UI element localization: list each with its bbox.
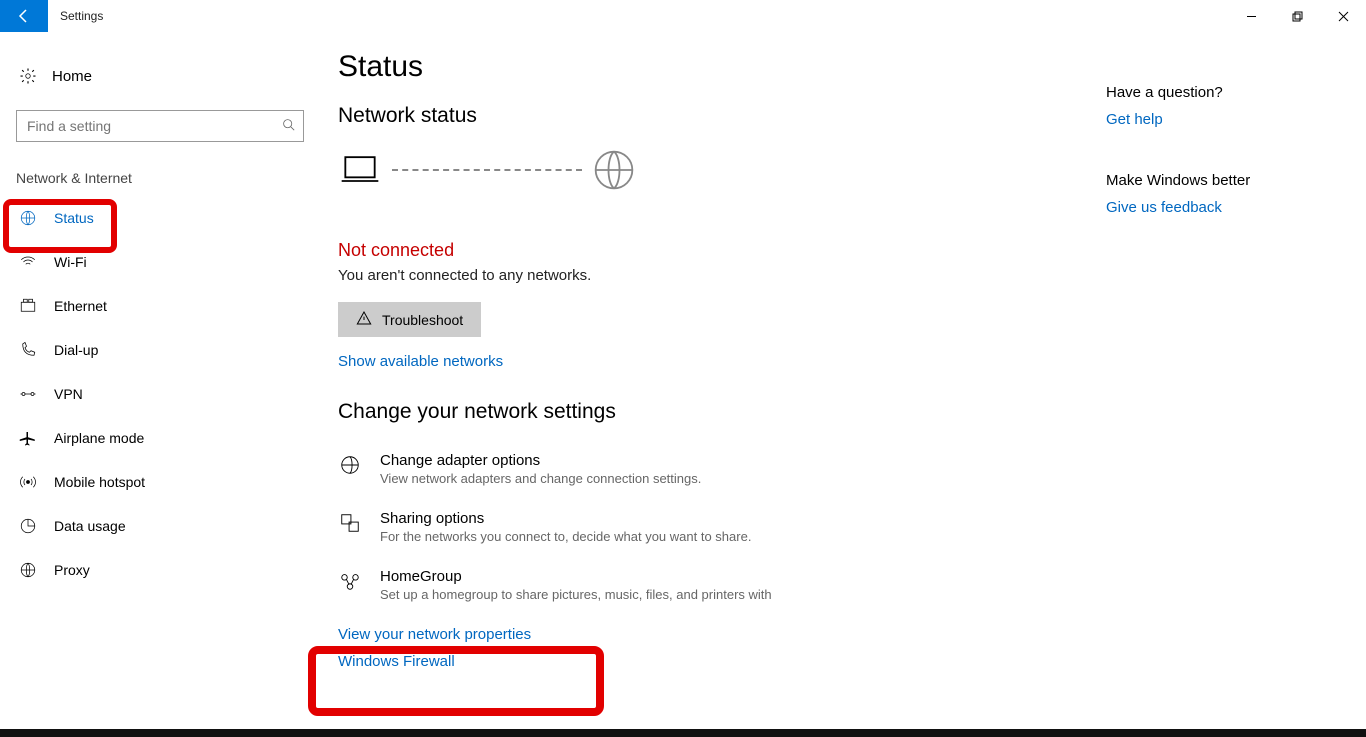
status-icon xyxy=(18,209,38,227)
sidebar-item-datausage[interactable]: Data usage xyxy=(16,504,310,548)
gear-icon xyxy=(18,67,38,85)
adapter-icon xyxy=(338,452,362,486)
setting-desc: View network adapters and change connect… xyxy=(380,471,701,486)
sidebar-item-proxy[interactable]: Proxy xyxy=(16,548,310,592)
sidebar-item-label: Status xyxy=(54,210,94,226)
window-controls xyxy=(1228,0,1366,32)
connection-status-title: Not connected xyxy=(338,240,1078,261)
sidebar-item-airplane[interactable]: Airplane mode xyxy=(16,416,310,460)
sidebar-item-label: Wi-Fi xyxy=(54,254,87,270)
get-help-link[interactable]: Get help xyxy=(1106,111,1163,128)
ethernet-icon xyxy=(18,297,38,315)
sidebar-home[interactable]: Home xyxy=(16,56,310,96)
sidebar: Home Network & Internet Status Wi-Fi Eth… xyxy=(0,32,310,737)
datausage-icon xyxy=(18,517,38,535)
back-button[interactable] xyxy=(0,0,48,32)
sidebar-item-ethernet[interactable]: Ethernet xyxy=(16,284,310,328)
airplane-icon xyxy=(18,429,38,447)
search-input[interactable] xyxy=(27,118,282,134)
setting-title: Sharing options xyxy=(380,510,751,527)
sidebar-item-status[interactable]: Status xyxy=(16,196,310,240)
change-settings-heading: Change your network settings xyxy=(338,400,1078,424)
wifi-icon xyxy=(18,253,38,271)
search-box[interactable] xyxy=(16,110,304,142)
sidebar-item-label: Dial-up xyxy=(54,342,98,358)
laptop-icon xyxy=(338,148,382,192)
troubleshoot-label: Troubleshoot xyxy=(382,312,463,328)
question-heading: Have a question? xyxy=(1106,84,1350,101)
sidebar-section-label: Network & Internet xyxy=(16,170,310,186)
setting-title: Change adapter options xyxy=(380,452,701,469)
view-properties-link[interactable]: View your network properties xyxy=(338,626,1078,643)
vpn-icon xyxy=(18,385,38,403)
sidebar-item-label: Data usage xyxy=(54,518,126,534)
homegroup-icon xyxy=(338,568,362,602)
connection-status-desc: You aren't connected to any networks. xyxy=(338,267,1078,284)
feedback-heading: Make Windows better xyxy=(1106,172,1350,189)
setting-row-sharing[interactable]: Sharing options For the networks you con… xyxy=(338,510,1078,544)
sidebar-item-label: VPN xyxy=(54,386,83,402)
globe-icon xyxy=(592,148,636,192)
setting-desc: Set up a homegroup to share pictures, mu… xyxy=(380,587,772,602)
sidebar-home-label: Home xyxy=(52,68,92,85)
warning-icon xyxy=(356,310,372,329)
maximize-button[interactable] xyxy=(1274,0,1320,32)
setting-row-adapter[interactable]: Change adapter options View network adap… xyxy=(338,452,1078,486)
sidebar-item-label: Airplane mode xyxy=(54,430,144,446)
feedback-link[interactable]: Give us feedback xyxy=(1106,199,1222,216)
sidebar-item-label: Mobile hotspot xyxy=(54,474,145,490)
dialup-icon xyxy=(18,341,38,359)
app-title: Settings xyxy=(60,9,103,23)
sidebar-item-vpn[interactable]: VPN xyxy=(16,372,310,416)
sidebar-item-hotspot[interactable]: Mobile hotspot xyxy=(16,460,310,504)
network-diagram xyxy=(338,148,1078,192)
minimize-button[interactable] xyxy=(1228,0,1274,32)
sidebar-item-dialup[interactable]: Dial-up xyxy=(16,328,310,372)
setting-title: HomeGroup xyxy=(380,568,772,585)
connection-line xyxy=(392,169,582,171)
sharing-icon xyxy=(338,510,362,544)
titlebar: Settings xyxy=(0,0,1366,32)
page-title: Status xyxy=(338,50,1078,84)
hotspot-icon xyxy=(18,473,38,491)
sidebar-item-label: Ethernet xyxy=(54,298,107,314)
firewall-link[interactable]: Windows Firewall xyxy=(338,653,1078,670)
setting-row-homegroup[interactable]: HomeGroup Set up a homegroup to share pi… xyxy=(338,568,1078,602)
show-networks-link[interactable]: Show available networks xyxy=(338,353,1078,370)
troubleshoot-button[interactable]: Troubleshoot xyxy=(338,302,481,337)
search-icon xyxy=(282,118,295,134)
main-content: Status Network status Not connected You … xyxy=(310,32,1106,737)
close-button[interactable] xyxy=(1320,0,1366,32)
sidebar-item-label: Proxy xyxy=(54,562,90,578)
setting-desc: For the networks you connect to, decide … xyxy=(380,529,751,544)
network-status-heading: Network status xyxy=(338,104,1078,128)
right-column: Have a question? Get help Make Windows b… xyxy=(1106,32,1366,737)
taskbar xyxy=(0,729,1366,737)
proxy-icon xyxy=(18,561,38,579)
sidebar-item-wifi[interactable]: Wi-Fi xyxy=(16,240,310,284)
